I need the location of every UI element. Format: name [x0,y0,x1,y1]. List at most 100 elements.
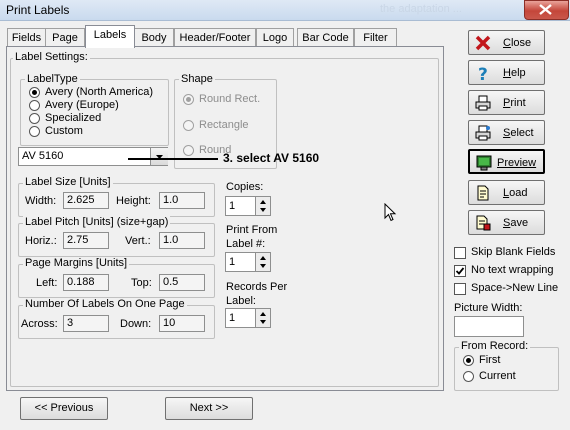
tab-page[interactable]: Page [45,28,85,47]
vert-field[interactable]: 1.0 [159,232,205,249]
skip-blank-fields-label: Skip Blank Fields [471,246,556,258]
tab-filter[interactable]: Filter [354,28,397,47]
preview-monitor-icon [476,155,492,171]
print-button[interactable]: Print [468,90,545,115]
next-button[interactable]: Next >> [165,397,253,420]
arrow-down-icon [260,264,266,268]
radio-label-custom: Custom [45,125,83,137]
help-button-accel: H [503,67,511,79]
down-field[interactable]: 10 [159,315,205,332]
print-from-down-button[interactable] [256,262,270,271]
copies-down-button[interactable] [256,206,270,215]
print-from-spinner[interactable]: 1 [225,252,271,272]
records-per-down-button[interactable] [256,318,270,327]
across-label: Across: [21,318,58,330]
vert-label: Vert.: [125,235,151,247]
radio-label-rectangle: Rectangle [199,119,249,131]
radio-current[interactable] [463,371,474,382]
tab-body[interactable]: Body [134,28,174,47]
radio-specialized[interactable] [29,113,40,124]
mouse-cursor-icon [384,203,397,222]
horiz-field[interactable]: 2.75 [63,232,109,249]
radio-avery-north-america[interactable] [29,87,40,98]
dropdown-arrow-button[interactable] [150,148,168,165]
height-label: Height: [116,195,151,207]
window-close-button[interactable] [524,0,569,20]
label-pitch-title: Label Pitch [Units] (size+gap) [23,216,171,228]
no-text-wrapping-label: No text wrapping [471,264,554,276]
label-type-select-value: AV 5160 [22,150,64,162]
load-file-icon [477,185,489,201]
tab-bar-code[interactable]: Bar Code [297,28,354,47]
help-button[interactable]: ? Help [468,60,545,85]
label-type-title: LabelType [25,73,80,85]
close-button[interactable]: Close [468,30,545,55]
arrow-up-icon [260,256,266,260]
copies-spinner[interactable]: 1 [225,196,271,216]
radio-round-rect[interactable] [183,94,194,105]
radio-custom[interactable] [29,126,40,137]
left-margin-label: Left: [36,277,58,289]
tab-logo[interactable]: Logo [256,28,294,47]
window-title: Print Labels [6,3,70,17]
no-text-wrapping-checkbox[interactable] [454,265,466,277]
tab-header-footer[interactable]: Header/Footer [174,28,256,47]
close-button-label: lose [510,37,532,49]
records-per-label-line1: Records Per [226,281,288,293]
arrow-up-icon [260,312,266,316]
title-bar [0,0,570,21]
preview-button-label: Preview [497,157,537,169]
top-margin-field[interactable]: 0.5 [159,274,205,291]
picture-width-field[interactable] [454,316,524,337]
records-per-value: 1 [229,312,236,324]
close-icon [539,4,552,15]
previous-button[interactable]: << Previous [20,397,108,420]
labels-per-page-title: Number Of Labels On One Page [23,298,187,310]
chevron-down-icon [156,155,163,159]
copies-value: 1 [229,200,236,212]
radio-label-current: Current [479,370,516,382]
arrow-down-icon [260,320,266,324]
page-margins-title: Page Margins [Units] [23,257,130,269]
height-field[interactable]: 1.0 [159,192,205,209]
save-button-label: ave [510,217,529,229]
print-button-label: rint [510,97,526,109]
from-record-title: From Record: [459,340,531,352]
select-button[interactable]: Select [468,120,545,145]
print-from-value: 1 [229,256,236,268]
load-button[interactable]: Load [468,180,545,205]
load-button-label: oad [509,187,528,199]
help-icon: ? [478,65,488,81]
records-per-label-line2: Label: [226,295,256,307]
tab-fields[interactable]: Fields [7,28,46,47]
horiz-label: Horiz.: [25,235,57,247]
preview-button[interactable]: Preview [468,149,545,174]
skip-blank-fields-checkbox[interactable] [454,247,466,259]
radio-round[interactable] [183,145,194,156]
label-type-select[interactable]: AV 5160 [18,147,168,166]
radio-rectangle[interactable] [183,120,194,131]
arrow-up-icon [260,200,266,204]
arrow-down-icon [260,208,266,212]
help-button-label: elp [510,67,526,79]
radio-label-specialized: Specialized [45,112,102,124]
radio-label-avery-north-america: Avery (North America) [45,86,153,98]
radio-avery-europe[interactable] [29,100,40,111]
annotation-text: 3. select AV 5160 [223,151,320,165]
down-label: Down: [120,318,152,330]
left-margin-field[interactable]: 0.188 [63,274,109,291]
label-settings-title: Label Settings: [13,51,90,63]
tab-labels[interactable]: Labels [85,25,135,48]
annotation-line [128,158,218,160]
close-x-icon [475,35,491,51]
width-field[interactable]: 2.625 [63,192,109,209]
radio-label-first: First [479,354,501,366]
save-file-icon [476,215,491,231]
across-field[interactable]: 3 [63,315,109,332]
print-from-label-line2: Label #: [226,238,266,250]
space-new-line-checkbox[interactable] [454,283,466,295]
shape-title: Shape [179,73,215,85]
save-button[interactable]: Save [468,210,545,235]
records-per-spinner[interactable]: 1 [225,308,271,328]
radio-first[interactable] [463,355,474,366]
